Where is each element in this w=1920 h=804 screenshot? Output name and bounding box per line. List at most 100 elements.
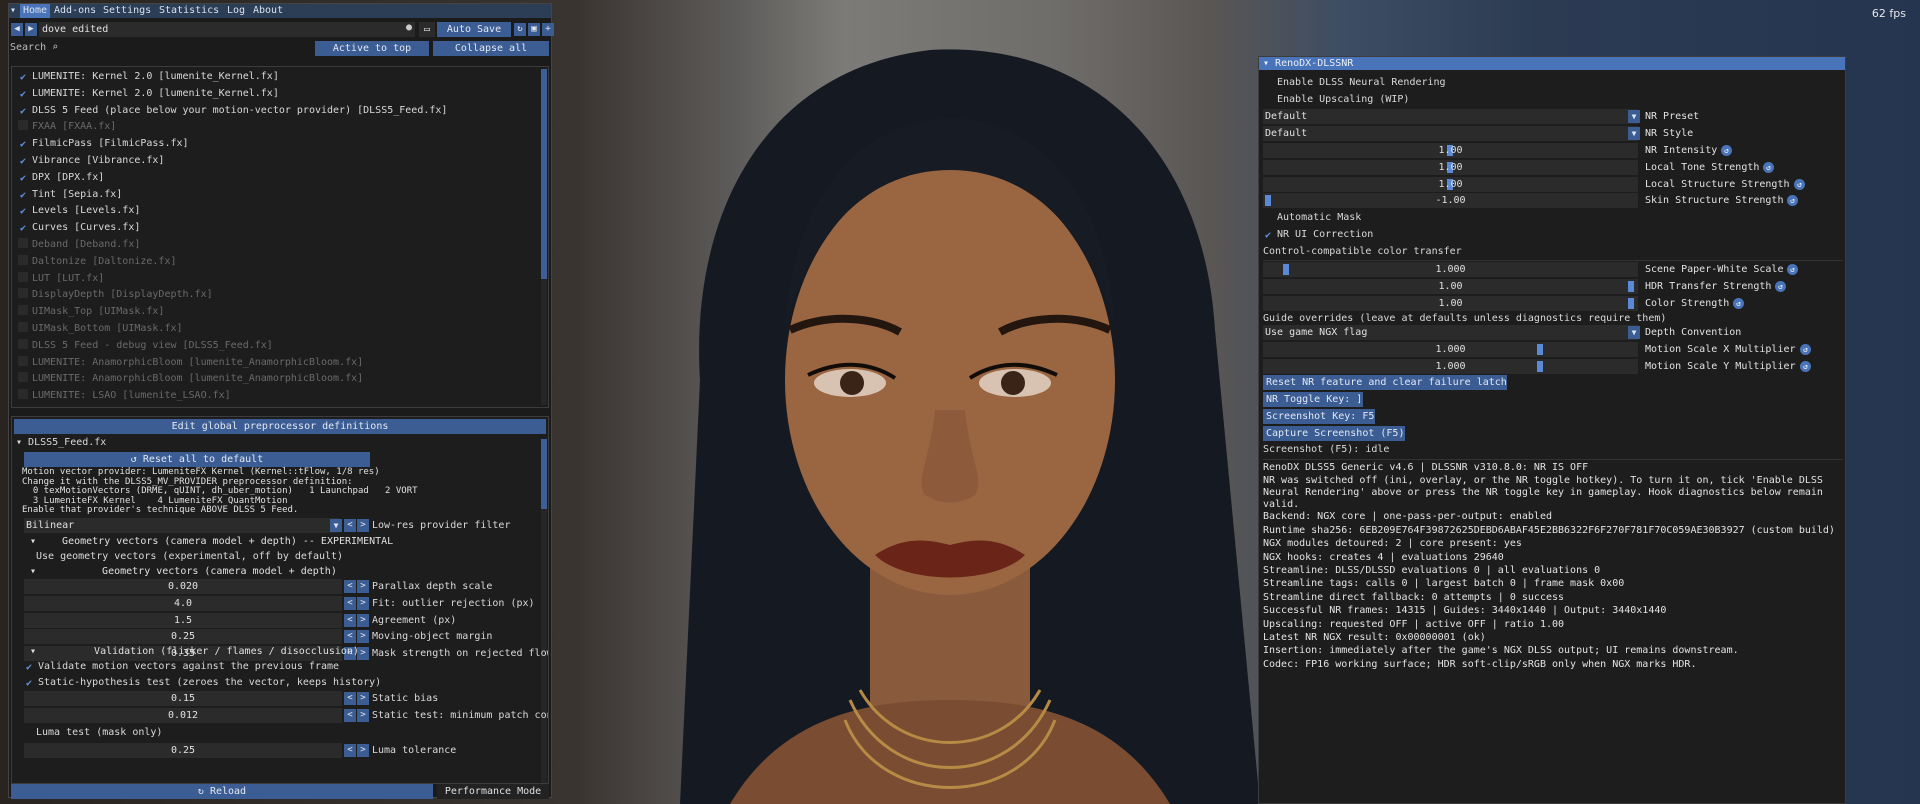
param-value-field[interactable]: 0.25	[24, 629, 342, 645]
checkbox-icon[interactable]	[18, 288, 28, 299]
next-preset-button[interactable]: ▶	[25, 23, 37, 36]
increase-button[interactable]: >	[357, 596, 369, 610]
technique-item[interactable]: UIMask_Top [UIMask.fx]	[18, 304, 164, 320]
technique-item[interactable]: LUMENITE: AnamorphicBloom [lumenite_Anam…	[18, 355, 363, 371]
checkbox-icon[interactable]	[18, 355, 28, 366]
slider[interactable]: 1.000	[1263, 358, 1638, 374]
combo-arrow-icon[interactable]: ▼	[1628, 326, 1640, 339]
nr-preset-combo[interactable]: Default	[1263, 109, 1638, 124]
collapse-all-button[interactable]: Collapse all	[433, 41, 549, 56]
geometry-header[interactable]: ▾ Geometry vectors (camera model + depth…	[30, 565, 337, 579]
combo-arrow-icon[interactable]: ▼	[330, 519, 342, 532]
decrease-button[interactable]: <	[344, 744, 356, 757]
technique-item[interactable]: LUT [LUT.fx]	[18, 271, 104, 287]
folder-icon[interactable]: ▭	[419, 22, 435, 37]
reset-nr-feature-button[interactable]: Reset NR feature and clear failure latch	[1263, 375, 1507, 390]
active-to-top-button[interactable]: Active to top	[315, 41, 429, 56]
enable-nr-checkbox[interactable]: Enable DLSS Neural Rendering	[1263, 75, 1446, 91]
param-value-field[interactable]: 0.15	[24, 691, 342, 706]
checkbox-icon[interactable]	[18, 372, 28, 383]
param-value-field[interactable]: 4.0	[24, 595, 342, 611]
technique-item[interactable]: ✔ Tint [Sepia.fx]	[18, 187, 122, 203]
collapse-arrow-icon[interactable]: ▾	[10, 4, 16, 18]
slider[interactable]: 1.000	[1263, 342, 1638, 357]
checkmark-icon[interactable]: ✔	[18, 224, 28, 234]
technique-item[interactable]: DLSS 5 Feed - debug view [DLSS5_Feed.fx]	[18, 338, 273, 354]
checkbox-icon[interactable]	[18, 322, 28, 332]
geometry-experimental-header[interactable]: ▾ Geometry vectors (camera model + depth…	[30, 535, 393, 549]
increase-button[interactable]: >	[357, 519, 369, 532]
slider[interactable]: 1.00	[1263, 159, 1638, 175]
menu-item-log[interactable]: Log	[227, 4, 245, 18]
decrease-button[interactable]: <	[344, 613, 356, 627]
decrease-button[interactable]: <	[344, 519, 356, 532]
checkmark-icon[interactable]: ✔	[18, 140, 28, 150]
checkbox-icon[interactable]	[18, 305, 28, 316]
decrease-button[interactable]: <	[344, 630, 356, 644]
auto-save-button[interactable]: Auto Save	[437, 22, 511, 37]
nr-toggle-key-button[interactable]: NR Toggle Key: ]	[1263, 392, 1363, 407]
reset-icon[interactable]: ↺	[1787, 195, 1798, 207]
checkmark-icon[interactable]: ✔	[18, 207, 28, 217]
technique-item[interactable]: DisplayDepth [DisplayDepth.fx]	[18, 287, 213, 303]
menu-item-settings[interactable]: Settings	[103, 4, 151, 18]
checkmark-icon[interactable]: ✔	[18, 173, 28, 184]
decrease-button[interactable]: <	[344, 708, 356, 722]
preprocessor-file-header[interactable]: ▾ DLSS5_Feed.fx	[16, 435, 106, 451]
checkbox-icon[interactable]	[18, 338, 28, 349]
performance-mode-toggle[interactable]: Performance Mode	[437, 784, 549, 799]
reset-icon[interactable]: ↺	[1775, 280, 1786, 292]
increase-button[interactable]: >	[357, 613, 369, 627]
menu-item-statistics[interactable]: Statistics	[159, 4, 219, 18]
technique-item[interactable]: ✔ FilmicPass [FilmicPass.fx]	[18, 136, 189, 152]
reset-icon[interactable]: ↺	[1800, 344, 1811, 355]
slider[interactable]: 1.00	[1263, 176, 1638, 192]
reload-button[interactable]: ↻ Reload	[11, 784, 433, 799]
screenshot-key-button[interactable]: Screenshot Key: F5	[1263, 409, 1375, 424]
previous-preset-button[interactable]: ◀	[11, 23, 23, 36]
reset-icon[interactable]: ↺	[1800, 360, 1811, 372]
depth-convention-combo[interactable]: Use game NGX flag	[1263, 325, 1638, 340]
reset-icon[interactable]: ↺	[1794, 178, 1805, 190]
checkbox-icon[interactable]	[18, 120, 28, 131]
checkbox-icon[interactable]	[18, 389, 28, 400]
luma-tolerance-field[interactable]: 0.25	[24, 743, 342, 758]
checkmark-icon[interactable]: ✔	[18, 157, 28, 167]
enable-upscaling-checkbox[interactable]: Enable Upscaling (WIP)	[1263, 92, 1409, 108]
menu-item-about[interactable]: About	[253, 4, 283, 18]
edit-preprocessor-button[interactable]: Edit global preprocessor definitions	[14, 419, 546, 434]
save-preset-icon[interactable]: ▣	[528, 23, 540, 36]
technique-item[interactable]: ✔ Curves [Curves.fx]	[18, 220, 140, 236]
checkmark-icon[interactable]: ✔	[18, 73, 28, 83]
increase-button[interactable]: >	[357, 744, 369, 757]
slider[interactable]: 1.00	[1263, 295, 1638, 311]
preprocessor-scrollbar[interactable]	[541, 439, 547, 783]
reset-icon[interactable]: ↺	[1721, 145, 1732, 156]
technique-item[interactable]: Daltonize [Daltonize.fx]	[18, 254, 177, 270]
increase-button[interactable]: >	[357, 692, 369, 705]
preset-name-field[interactable]: dove edited	[39, 22, 415, 37]
technique-item[interactable]: LUMENITE: LSAO [lumenite_LSAO.fx]	[18, 388, 231, 404]
technique-item[interactable]: Deband [Deband.fx]	[18, 237, 140, 253]
increase-button[interactable]: >	[357, 630, 369, 644]
param-value-field[interactable]: 0.020	[24, 579, 342, 594]
reset-icon[interactable]: ↺	[1787, 264, 1798, 275]
checkbox-icon[interactable]	[18, 238, 28, 248]
automatic-mask-checkbox[interactable]: Automatic Mask	[1263, 210, 1361, 226]
checkbox-icon[interactable]	[18, 271, 28, 282]
checkbox-icon[interactable]	[18, 254, 28, 265]
validate-vectors-checkbox[interactable]: ✔ Validate motion vectors against the pre…	[24, 659, 339, 675]
validation-header[interactable]: ▾ Validation (flicker / flames / disoccl…	[30, 645, 359, 659]
technique-item[interactable]: ✔ DLSS 5 Feed (place below your motion-ve…	[18, 103, 447, 119]
combo-arrow-icon[interactable]: ▼	[1628, 110, 1640, 123]
checkmark-icon[interactable]: ✔	[18, 190, 28, 201]
technique-item[interactable]: LUMENITE: AnamorphicBloom [lumenite_Anam…	[18, 371, 363, 387]
reset-icon[interactable]: ↺	[1763, 161, 1774, 173]
technique-item[interactable]: UIMask_Bottom [UIMask.fx]	[18, 321, 183, 337]
decrease-button[interactable]: <	[344, 692, 356, 705]
combo-arrow-icon[interactable]: ▼	[1628, 127, 1640, 140]
slider[interactable]: 1.00	[1263, 143, 1638, 158]
increase-button[interactable]: >	[357, 580, 369, 593]
decrease-button[interactable]: <	[344, 596, 356, 610]
renodx-title-bar[interactable]: ▾ RenoDX-DLSSNR	[1259, 57, 1845, 70]
